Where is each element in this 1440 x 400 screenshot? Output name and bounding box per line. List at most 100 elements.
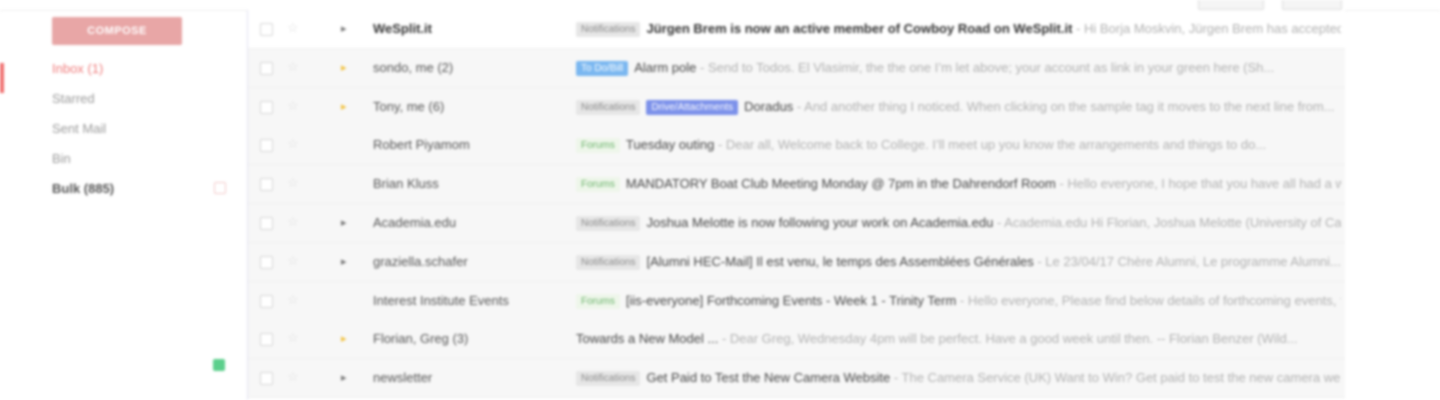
toolbar-button[interactable]: [1282, 0, 1342, 10]
compose-button[interactable]: COMPOSE: [52, 17, 182, 45]
message-subject: [iis-everyone] Forthcoming Events - Week…: [625, 292, 957, 308]
sender-name: Brian Kluss: [373, 176, 439, 192]
message-row[interactable]: ☆ ▸ Florian, Greg (3) Towards a New Model .…: [248, 320, 1345, 360]
message-row[interactable]: ☆ Robert Piyamom Forums Tuesday outing - De…: [248, 126, 1345, 166]
importance-marker-icon[interactable]: ▸: [341, 255, 347, 269]
select-checkbox[interactable]: [260, 294, 273, 308]
message-content: Notifications Joshua Melotte is now follo…: [576, 213, 1341, 233]
label-tag[interactable]: Drive/Attachments: [646, 99, 739, 115]
message-subject: Alarm pole: [634, 59, 697, 75]
message-content: To Do/Bill Alarm pole - Send to Todos. El…: [576, 58, 1341, 78]
select-checkbox[interactable]: [260, 61, 273, 75]
select-checkbox[interactable]: [260, 100, 273, 114]
sidebar: COMPOSE Inbox (1) Starred Sent Mail Bin Bulk…: [0, 10, 245, 400]
star-icon[interactable]: ☆: [287, 331, 299, 345]
label-tag[interactable]: Notifications: [576, 371, 641, 387]
message-subject: MANDATORY Boat Club Meeting Monday @ 7pm…: [625, 176, 1056, 192]
message-subject: Doradus: [744, 98, 794, 114]
select-checkbox[interactable]: [260, 372, 273, 386]
star-icon[interactable]: ☆: [287, 370, 299, 384]
message-row[interactable]: ☆ ▸ newsletter Notifications Get Paid to Tes…: [248, 359, 1345, 399]
message-content: Towards a New Model ... - Dear Greg, Wed…: [576, 329, 1341, 349]
message-row[interactable]: ☆ ▸ Academia.edu Notifications Joshua Melott…: [248, 204, 1345, 243]
sender-name: WeSplit.it: [373, 21, 432, 36]
label-tag[interactable]: To Do/Bill: [576, 60, 629, 76]
label-tag[interactable]: Notifications: [576, 216, 641, 231]
message-content: Notifications Get Paid to Test the New Ca…: [576, 368, 1341, 388]
select-checkbox[interactable]: [260, 333, 273, 347]
folder-label: Bin: [52, 151, 71, 166]
message-snippet: - Dear all, Welcome back to College. I’l…: [714, 137, 1267, 153]
sender-name: newsletter: [373, 370, 433, 386]
star-icon[interactable]: ☆: [287, 215, 299, 229]
message-subject: Get Paid to Test the New Camera Website: [646, 370, 891, 386]
message-snippet: - Hello everyone, I hope that you have a…: [1059, 176, 1341, 192]
label-tag[interactable]: Forums: [576, 293, 620, 309]
label-tag[interactable]: Forums: [576, 138, 620, 154]
message-row[interactable]: ☆ ▸ Tony, me (6) Notifications Drive/Attachm…: [248, 87, 1345, 127]
message-content: Notifications Jürgen Brem is now an activ…: [576, 19, 1341, 39]
sidebar-folder-item[interactable]: Inbox (1): [52, 58, 232, 88]
star-icon[interactable]: ☆: [287, 98, 299, 113]
message-snippet: - Academia.edu Hi Florian, Joshua Melott…: [993, 215, 1341, 230]
message-snippet: - Dear Greg, Wednesday 4pm will be perfe…: [718, 331, 1298, 347]
select-checkbox[interactable]: [260, 217, 273, 230]
message-snippet: - The Camera Service (UK) Want to Win? G…: [893, 370, 1341, 386]
star-icon[interactable]: ☆: [287, 59, 299, 74]
message-subject: Tuesday outing: [625, 137, 715, 153]
message-subject: Jürgen Brem is now an active member of C…: [646, 21, 1073, 36]
online-status-icon: [213, 359, 225, 371]
select-checkbox[interactable]: [260, 255, 273, 269]
sidebar-folder-item[interactable]: Bulk (885): [52, 178, 232, 208]
label-tag[interactable]: Notifications: [576, 254, 641, 270]
sender-name: Interest Institute Events: [373, 292, 509, 308]
folder-label: Bulk (885): [52, 181, 115, 196]
message-subject: Towards a New Model ...: [576, 331, 719, 347]
importance-marker-icon[interactable]: ▸: [341, 371, 347, 385]
toolbar-button[interactable]: [1198, 0, 1264, 10]
message-snippet: - Hello everyone, Please find below deta…: [956, 292, 1341, 308]
message-row[interactable]: ☆ ▸ sondo, me (2) To Do/Bill Alarm pole - Se…: [248, 48, 1345, 88]
message-content: Forums MANDATORY Boat Club Meeting Monday…: [576, 174, 1341, 194]
message-content: Forums Tuesday outing - Dear all, Welcome…: [576, 135, 1341, 155]
folder-nav: Inbox (1) Starred Sent Mail Bin Bulk (885): [52, 58, 232, 208]
star-icon[interactable]: ☆: [287, 253, 299, 268]
folder-label: Inbox (1): [52, 61, 104, 76]
message-content: Notifications [Alumni HEC-Mail] Il est ve…: [576, 252, 1341, 272]
sidebar-folder-item[interactable]: Starred: [52, 88, 232, 118]
folder-label: Starred: [52, 91, 95, 106]
star-icon[interactable]: ☆: [287, 137, 299, 151]
message-snippet: - Le 23/04/17 Chère Alumni, Le programme…: [1033, 253, 1341, 269]
importance-marker-icon[interactable]: ▸: [341, 22, 347, 36]
label-tag[interactable]: Notifications: [576, 22, 641, 37]
label-tag[interactable]: Notifications: [576, 99, 641, 115]
star-icon[interactable]: ☆: [287, 176, 299, 190]
message-content: Forums [iis-everyone] Forthcoming Events …: [576, 291, 1341, 311]
folder-label: Sent Mail: [52, 121, 107, 136]
sender-name: Tony, me (6): [373, 98, 445, 114]
label-color-icon: [214, 182, 226, 194]
sender-name: Florian, Greg (3): [373, 331, 469, 347]
label-tag[interactable]: Forums: [576, 177, 620, 193]
message-row[interactable]: ☆ Brian Kluss Forums MANDATORY Boat Club Me…: [248, 165, 1345, 205]
importance-marker-icon[interactable]: ▸: [341, 61, 347, 75]
importance-marker-icon[interactable]: ▸: [341, 100, 347, 114]
star-icon[interactable]: ☆: [287, 292, 299, 307]
sidebar-folder-item[interactable]: Bin: [52, 148, 232, 178]
sender-name: graziella.schafer: [373, 253, 468, 269]
select-checkbox[interactable]: [260, 178, 273, 192]
message-row[interactable]: ☆ Interest Institute Events Forums [iis-eve…: [248, 281, 1345, 321]
sidebar-folder-item[interactable]: Sent Mail: [52, 118, 232, 148]
message-subject: [Alumni HEC-Mail] Il est venu, le temps …: [646, 253, 1034, 269]
active-folder-marker: [0, 63, 4, 93]
sender-name: Academia.edu: [373, 215, 457, 230]
message-row[interactable]: ☆ ▸ graziella.schafer Notifications [Alumni …: [248, 242, 1345, 282]
message-snippet: - And another thing I noticed. When clic…: [793, 98, 1335, 114]
select-checkbox[interactable]: [260, 23, 273, 36]
importance-marker-icon[interactable]: ▸: [341, 216, 347, 230]
select-checkbox[interactable]: [260, 139, 273, 153]
message-row[interactable]: ☆ ▸ WeSplit.it Notifications Jürgen Brem is …: [248, 10, 1345, 49]
star-icon[interactable]: ☆: [287, 21, 299, 35]
importance-marker-icon[interactable]: ▸: [341, 332, 347, 346]
message-subject: Joshua Melotte is now following your wor…: [646, 215, 994, 230]
